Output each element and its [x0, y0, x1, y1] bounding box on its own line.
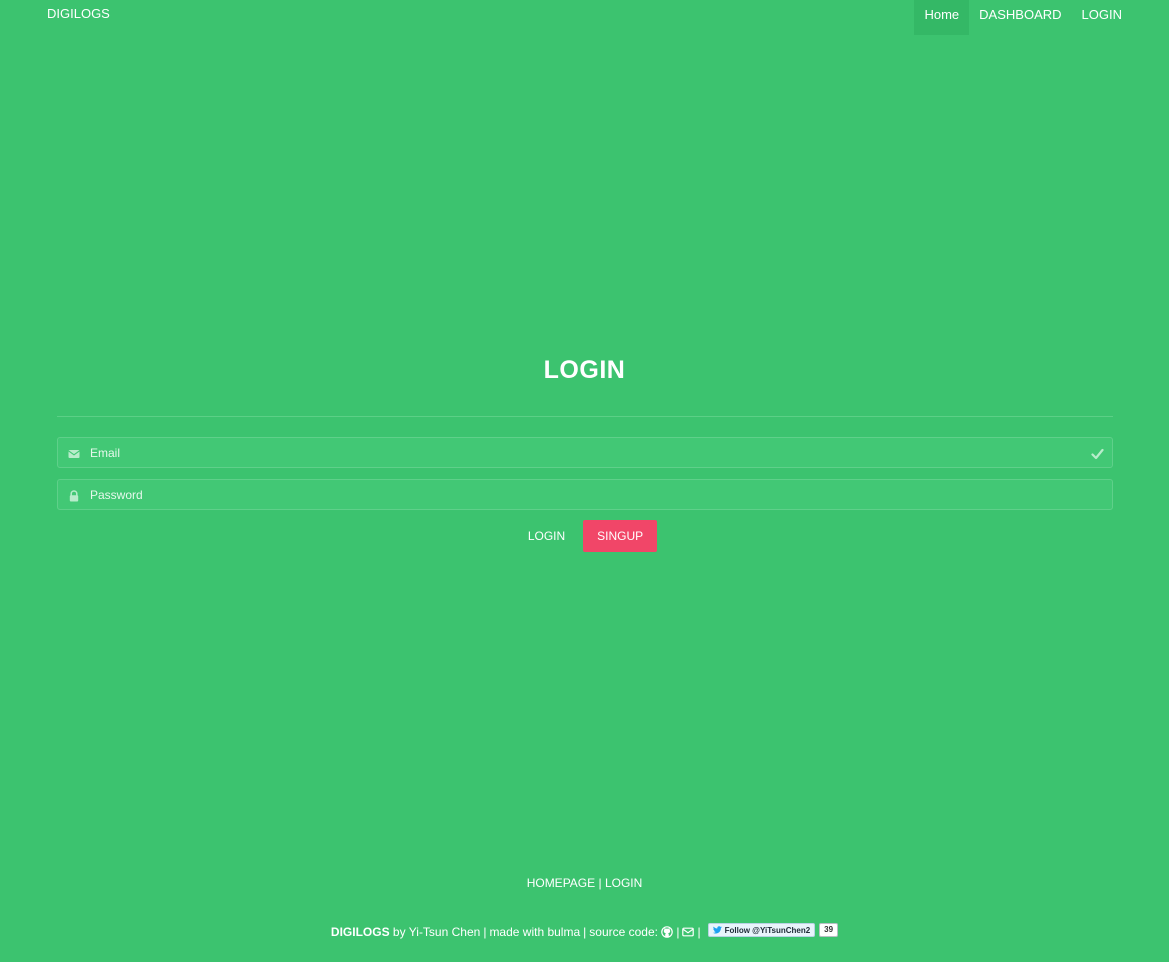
signup-button[interactable]: SINGUP	[583, 520, 658, 552]
page-title: LOGIN	[543, 356, 626, 384]
footer-separator: |	[676, 925, 680, 939]
footer-links: HOMEPAGE | LOGIN	[0, 876, 1169, 890]
footer-link-separator: |	[598, 876, 602, 890]
twitter-follow-button[interactable]: Follow @YiTsunChen2	[707, 923, 816, 937]
email-field-wrapper	[57, 437, 1113, 468]
nav-item-home[interactable]: Home	[914, 0, 970, 35]
footer-link-login[interactable]: LOGIN	[605, 876, 642, 890]
navbar-brand[interactable]: DIGILOGS	[47, 0, 110, 28]
footer-separator: |	[483, 925, 487, 939]
divider	[57, 416, 1113, 417]
login-button[interactable]: LOGIN	[514, 520, 579, 552]
twitter-follower-count: 39	[819, 923, 839, 937]
password-input[interactable]	[58, 480, 1112, 509]
nav-item-dashboard[interactable]: DASHBOARD	[969, 0, 1071, 35]
footer-separator: |	[583, 925, 587, 939]
twitter-bird-icon	[712, 926, 722, 934]
footer-author: by Yi-Tsun Chen	[392, 925, 481, 939]
github-icon[interactable]	[661, 926, 674, 938]
twitter-follow-widget[interactable]: Follow @YiTsunChen2 39	[707, 923, 839, 937]
email-input[interactable]	[58, 438, 1112, 467]
navbar: DIGILOGS Home DASHBOARD LOGIN	[0, 0, 1169, 35]
form-actions: LOGIN SINGUP	[0, 520, 1169, 552]
footer-link-homepage[interactable]: HOMEPAGE	[527, 876, 595, 890]
navbar-menu: Home DASHBOARD LOGIN	[914, 0, 1132, 35]
envelope-outline-icon[interactable]	[682, 926, 695, 938]
footer-credit: DIGILOGS by Yi-Tsun Chen | made with bul…	[0, 923, 1169, 939]
page: DIGILOGS Home DASHBOARD LOGIN LOGIN Emai…	[0, 0, 1169, 962]
nav-item-login[interactable]: LOGIN	[1072, 0, 1132, 35]
footer-separator: |	[697, 925, 701, 939]
check-icon	[1091, 447, 1104, 460]
footer-brand: DIGILOGS	[330, 925, 390, 939]
footer-source-code-label: source code:	[589, 925, 658, 939]
password-field-wrapper	[57, 479, 1113, 510]
footer-made-with: made with bulma	[489, 925, 581, 939]
twitter-follow-label: Follow @YiTsunChen2	[724, 925, 811, 935]
